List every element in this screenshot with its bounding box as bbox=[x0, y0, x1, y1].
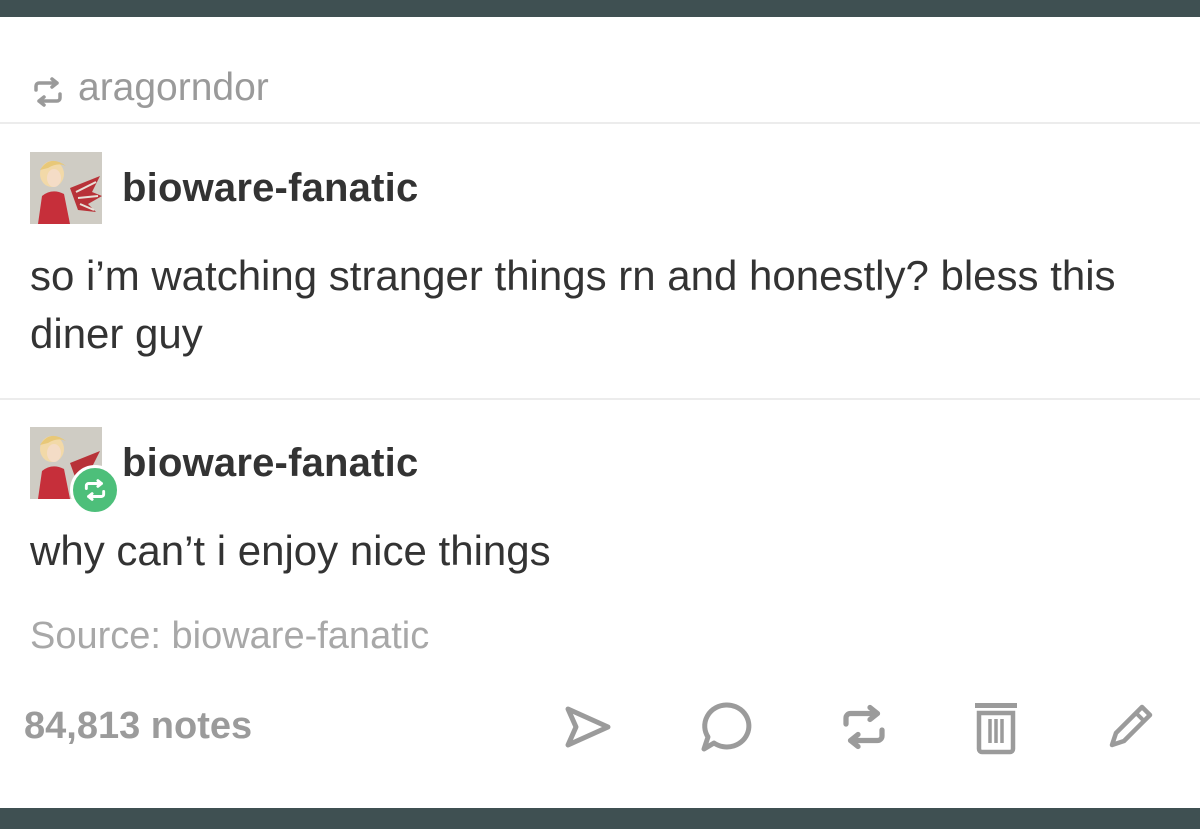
share-icon[interactable] bbox=[558, 697, 618, 757]
post-username[interactable]: bioware-fanatic bbox=[122, 166, 418, 211]
avatar[interactable] bbox=[30, 152, 102, 224]
notes-count[interactable]: 84,813 notes bbox=[24, 705, 252, 748]
reblogger-username[interactable]: aragorndor bbox=[78, 66, 269, 110]
post-footer: 84,813 notes bbox=[0, 689, 1200, 769]
reblog-icon[interactable] bbox=[834, 697, 894, 757]
post-text: why can’t i enjoy nice things bbox=[30, 527, 551, 574]
edit-icon[interactable] bbox=[1100, 697, 1160, 757]
post-text: so i’m watching stranger things rn and h… bbox=[30, 252, 1116, 357]
divider bbox=[0, 398, 1200, 400]
source-link[interactable]: Source: bioware-fanatic bbox=[30, 615, 429, 658]
avatar[interactable] bbox=[30, 427, 120, 515]
reblog-badge-icon bbox=[70, 465, 120, 515]
post-username[interactable]: bioware-fanatic bbox=[122, 441, 418, 486]
delete-icon[interactable] bbox=[966, 697, 1026, 757]
reblog-header[interactable]: aragorndor bbox=[30, 59, 269, 117]
post-card: aragorndor bioware-fanatic so i’m watchi… bbox=[0, 17, 1200, 808]
reply-icon[interactable] bbox=[696, 697, 756, 757]
reblog-icon bbox=[30, 73, 66, 107]
divider bbox=[0, 122, 1200, 124]
